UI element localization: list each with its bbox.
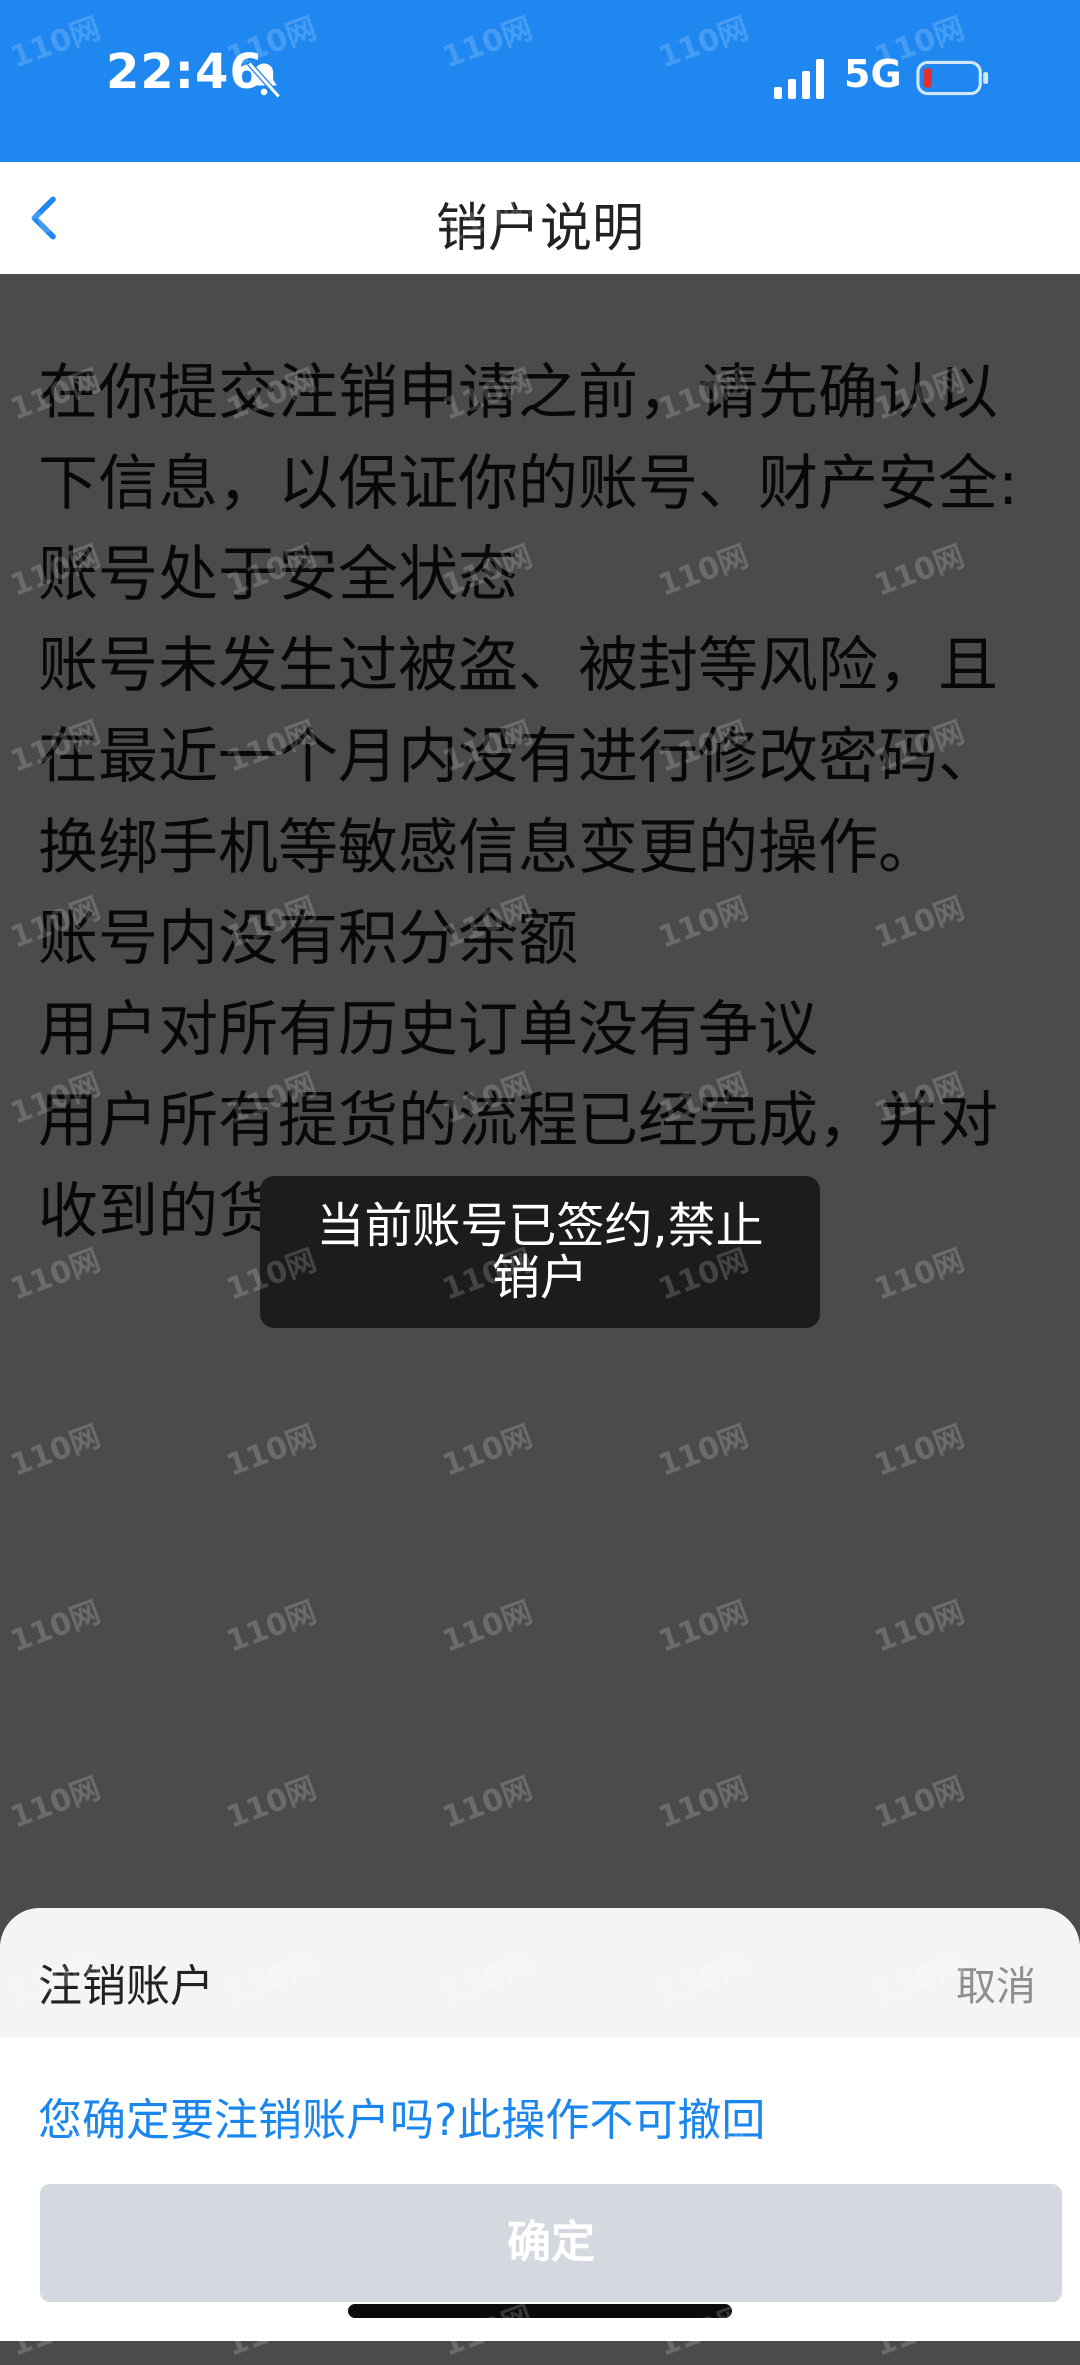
battery-icon (916, 60, 989, 96)
status-bar: 22:46 5G (0, 0, 1080, 162)
notes-line: 账号未发生过被盗、被封等风险，且在最近一个月内没有进行修改密码、换绑手机等敏感信… (38, 631, 998, 883)
bell-slash-icon (247, 61, 281, 99)
network-type: 5G (844, 52, 902, 96)
confirm-button[interactable]: 确定 (40, 2184, 1062, 2302)
notes-line: 账号处于安全状态 (38, 540, 518, 610)
cancel-button[interactable]: 取消 (956, 1954, 1036, 2012)
sheet-header: 注销账户 取消 (0, 1908, 1080, 2038)
notes-line: 账号内没有积分余额 (38, 904, 578, 974)
notes-line: 在你提交注销申请之前，请先确认以下信息，以保证你的账号、财产安全: (38, 358, 1019, 519)
toast-text: 当前账号已签约,禁止销户 (316, 1198, 764, 1306)
navigation-bar: 销户说明 (0, 162, 1080, 274)
page-title: 销户说明 (435, 199, 644, 259)
content-area: 在你提交注销申请之前，请先确认以下信息，以保证你的账号、财产安全: 账号处于安全… (0, 274, 1080, 1914)
sheet-warning-message: 您确定要注销账户吗?此操作不可撤回 (38, 2095, 766, 2146)
notes-line: 用户对所有历史订单没有争议 (38, 995, 818, 1065)
status-time: 22:46 (106, 44, 264, 100)
confirm-sheet: 注销账户 取消 您确定要注销账户吗?此操作不可撤回 确定 (0, 1908, 1080, 2341)
sheet-title: 注销账户 (38, 1961, 214, 2012)
home-indicator (348, 2304, 732, 2318)
account-cancellation-notes: 在你提交注销申请之前，请先确认以下信息，以保证你的账号、财产安全: 账号处于安全… (38, 348, 1048, 1258)
toast-message: 当前账号已签约,禁止销户 (260, 1176, 820, 1328)
signal-icon (774, 59, 824, 99)
